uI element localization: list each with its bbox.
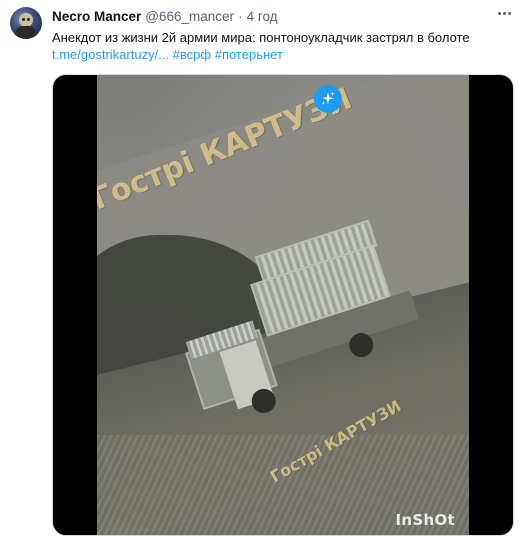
telegram-link[interactable]: t.me/gostrikartuzy/... xyxy=(52,47,169,62)
more-dot-2 xyxy=(502,11,506,15)
tweet-links: t.me/gostrikartuzy/... #всрф #потерьнет xyxy=(52,46,283,64)
inshot-logo: InShOt xyxy=(395,511,455,529)
hashtag-vsrf[interactable]: #всрф xyxy=(173,47,211,62)
avatar-body xyxy=(15,26,37,39)
avatar-eye-right xyxy=(27,18,30,21)
timestamp[interactable]: 4 год xyxy=(247,9,278,24)
video-player[interactable]: Гострі КАРТУЗИ Гострі КАРТУЗИ InShOt xyxy=(52,74,514,536)
display-name[interactable]: Necro Mancer xyxy=(52,9,141,24)
video-frame[interactable]: Гострі КАРТУЗИ Гострі КАРТУЗИ InShOt xyxy=(97,75,469,535)
more-dot-3 xyxy=(507,11,511,15)
more-dot-1 xyxy=(497,11,501,15)
user-handle[interactable]: @666_mancer xyxy=(145,9,234,24)
separator-dot: · xyxy=(238,9,243,24)
avatar-eye-left xyxy=(22,18,25,21)
hashtag-poterjnet[interactable]: #потерьнет xyxy=(215,47,283,62)
tweet-text: Анекдот из жизни 2й армии мира: понтоноу… xyxy=(52,30,470,45)
tweet-header: Necro Mancer @666_mancer · 4 год xyxy=(52,9,278,27)
sparkle-icon[interactable] xyxy=(314,85,342,113)
tweet[interactable]: Necro Mancer @666_mancer · 4 год Анекдот… xyxy=(0,0,522,542)
more-options-button[interactable] xyxy=(492,4,516,22)
avatar[interactable] xyxy=(10,7,42,39)
